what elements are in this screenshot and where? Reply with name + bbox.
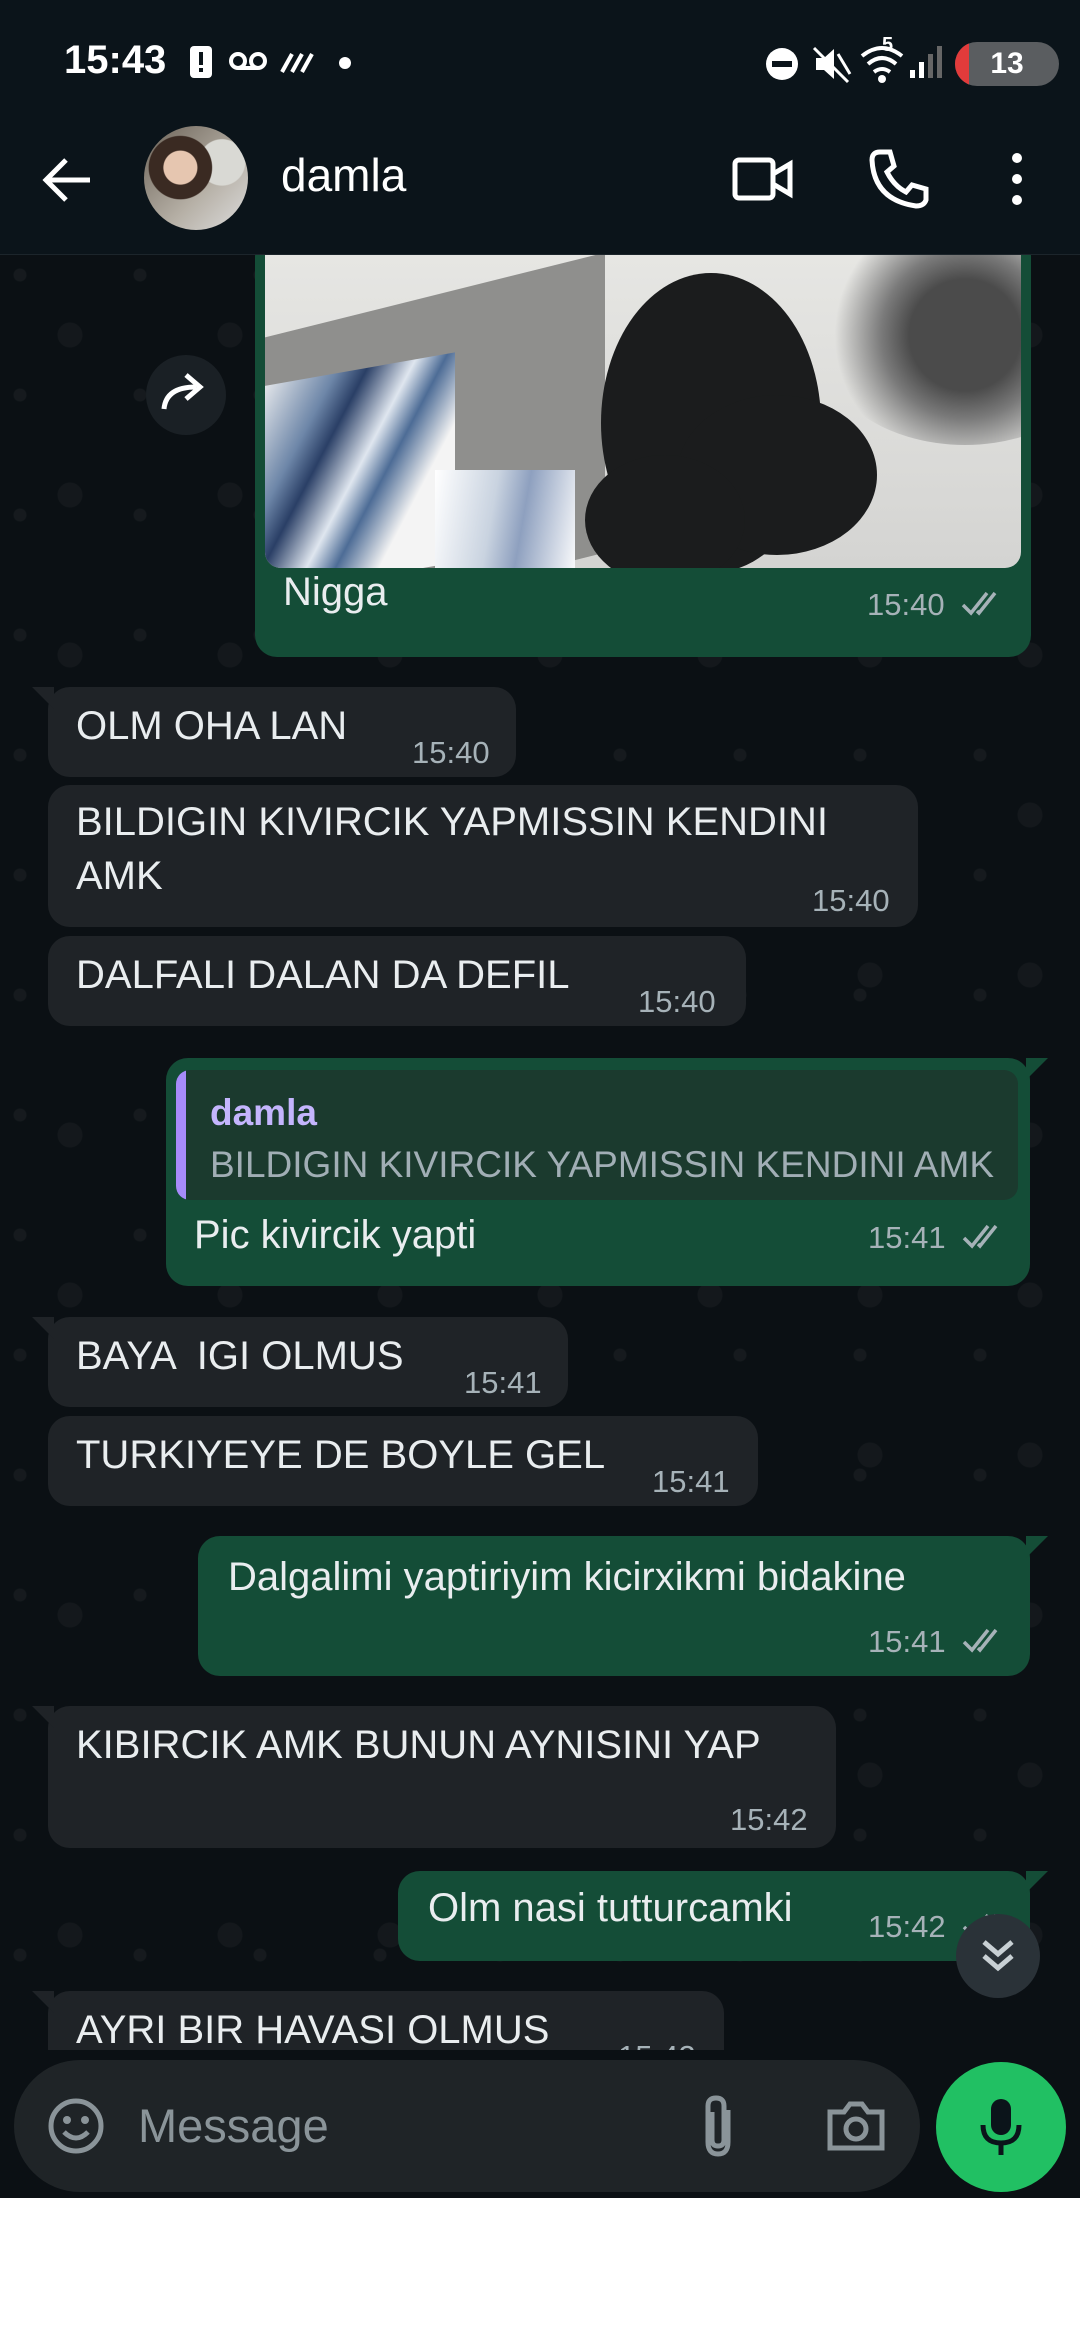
video-call-icon[interactable] [730,146,796,212]
message-text: Olm nasi tutturcamki [428,1886,793,1930]
quoted-sender: damla [210,1092,317,1133]
message-incoming[interactable]: TURKIYEYE DE BOYLE GEL 15:41 [48,1416,758,1506]
dot-icon [339,57,351,69]
message-text: BAYA IGI OLMUS [76,1334,404,1378]
signal-icon [910,46,942,78]
message-text: KIBIRCIK AMK BUNUN AYNISINI YAP [76,1723,761,1767]
avatar[interactable] [144,126,248,230]
message-caption: Nigga [283,570,388,614]
message-time: 15:42 [868,1909,946,1944]
message-time: 15:41 [464,1365,542,1400]
message-time: 15:41 [868,1220,946,1255]
double-chevron-down-icon [982,1940,1014,1972]
emoji-icon[interactable] [46,2096,106,2156]
forward-icon [161,373,204,410]
message-text: Dalgalimi yaptiriyim kicirxikmi bidakine [228,1555,906,1599]
voicemail-icon [229,52,267,70]
message-text: OLM OHA LAN [76,704,348,748]
message-time: 15:41 [868,1624,946,1659]
message-outgoing[interactable]: Dalgalimi yaptiriyim kicirxikmi bidakine… [198,1536,1048,1676]
more-options-icon[interactable] [984,146,1050,212]
network-label: 5 [882,34,894,56]
battery-indicator: 13 [955,42,1059,86]
voice-record-button[interactable] [936,2062,1066,2192]
status-time: 15:43 [64,38,167,82]
shared-photo[interactable] [265,255,1021,568]
message-time: 15:40 [412,735,490,770]
message-time: 15:40 [867,587,945,622]
message-incoming[interactable]: AYRI BIR HAVASI OLMUS 15:42 [32,1991,724,2050]
attach-icon[interactable] [694,2092,742,2160]
mute-icon [812,46,852,84]
message-time: 15:41 [652,1464,730,1499]
dnd-icon [766,48,798,80]
alert-icon [190,46,212,78]
message-text: DALFALI DALAN DA DEFIL [76,953,570,997]
back-arrow-icon[interactable] [38,150,98,210]
quoted-message[interactable]: damla BILDIGIN KIVIRCIK YAPMISSIN KENDIN… [176,1070,1018,1200]
read-ticks-icon [962,1224,998,1249]
message-text: Pic kivircik yapti [194,1213,477,1257]
chat-screen: 15:43 5 13 damla Nigga 15:40 OLM OHA LAN… [0,0,1080,2198]
message-text: TURKIYEYE DE BOYLE GEL [76,1433,606,1477]
message-list[interactable]: Nigga 15:40 OLM OHA LAN 15:40 BILDIGIN K… [0,255,1080,2050]
mic-icon [980,2099,1022,2155]
chat-header: damla [0,120,1080,255]
camera-icon[interactable] [824,2096,888,2156]
read-ticks-icon [962,1628,998,1653]
quoted-text: BILDIGIN KIVIRCIK YAPMISSIN KENDINI AMK [210,1144,995,1185]
contact-name[interactable]: damla [281,148,406,202]
message-composer: Message [14,2060,920,2192]
message-time: 15:42 [618,2039,696,2050]
message-time: 15:42 [730,1802,808,1837]
message-incoming[interactable]: KIBIRCIK AMK BUNUN AYNISINI YAP 15:42 [32,1706,836,1848]
forward-button[interactable] [146,355,226,435]
no-signal-icon [280,53,314,73]
message-outgoing[interactable]: Olm nasi tutturcamki 15:42 [398,1871,1048,1961]
message-outgoing-image[interactable]: Nigga 15:40 [255,255,1031,657]
message-incoming[interactable]: BAYA IGI OLMUS 15:41 [32,1317,568,1407]
phone-icon[interactable] [866,146,932,212]
message-text: BILDIGIN KIVIRCIK YAPMISSIN KENDINI AMK [76,800,829,898]
message-time: 15:40 [812,883,890,918]
message-incoming[interactable]: BILDIGIN KIVIRCIK YAPMISSIN KENDINI AMK … [48,785,918,927]
message-text: AYRI BIR HAVASI OLMUS [76,2008,550,2050]
message-input[interactable]: Message [138,2098,329,2153]
scroll-to-bottom-button[interactable] [956,1914,1040,1998]
message-incoming[interactable]: OLM OHA LAN 15:40 [32,687,516,777]
message-outgoing-reply[interactable]: damla BILDIGIN KIVIRCIK YAPMISSIN KENDIN… [166,1058,1048,1286]
message-time: 15:40 [638,984,716,1019]
battery-level: 13 [990,47,1024,80]
status-bar: 15:43 5 13 [0,0,1080,120]
message-incoming[interactable]: DALFALI DALAN DA DEFIL 15:40 [48,936,746,1026]
read-ticks-icon [961,591,997,616]
